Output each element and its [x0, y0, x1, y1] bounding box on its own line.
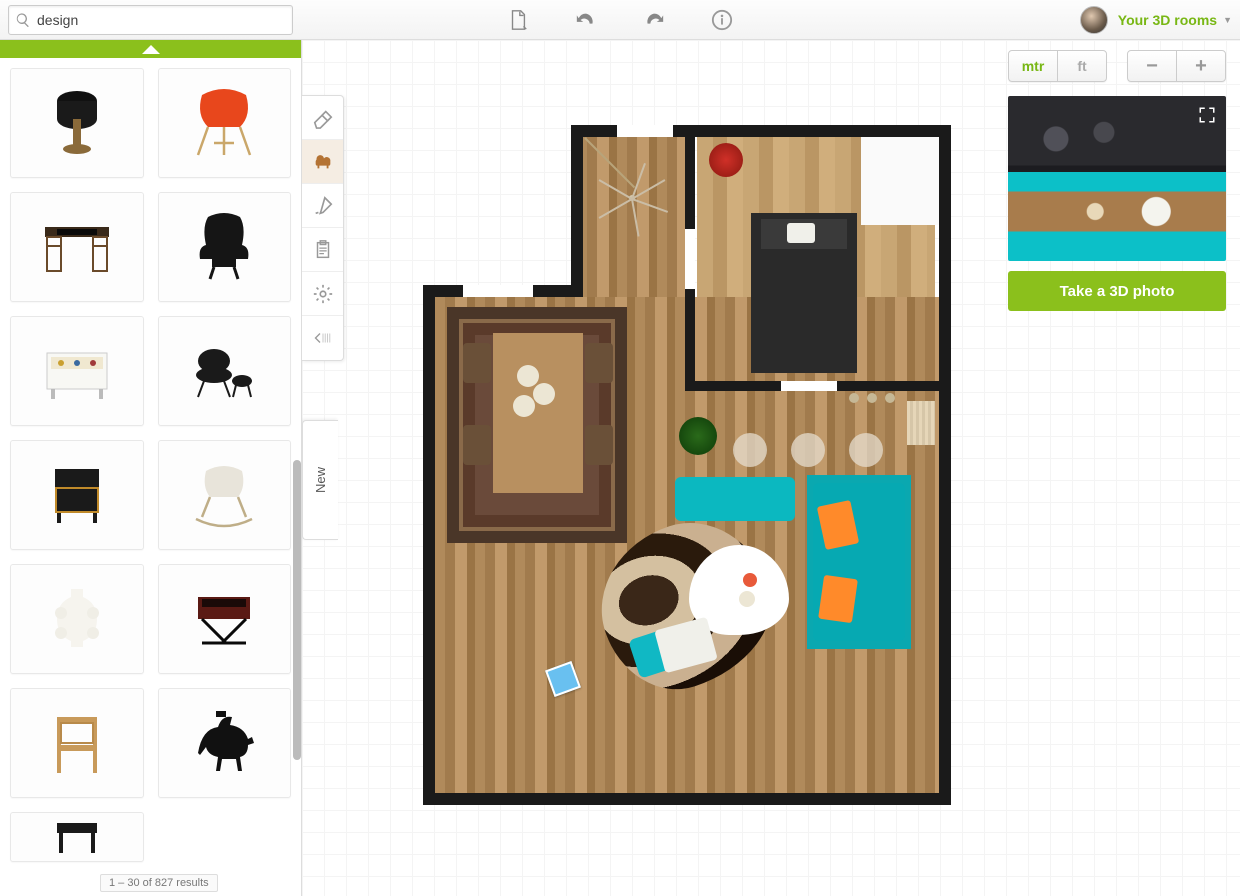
catalog-item-folding-table[interactable]	[158, 564, 292, 674]
right-controls: mtr ft − + Take a 3D photo	[1008, 50, 1226, 311]
collapse-tool[interactable]	[302, 316, 343, 360]
door-opening	[617, 125, 673, 137]
chevron-down-icon: ▼	[1223, 15, 1232, 25]
catalog-item-white-vase[interactable]	[10, 564, 144, 674]
door-opening	[781, 381, 837, 391]
catalog-item-wood-chair[interactable]	[10, 688, 144, 798]
cushion[interactable]	[818, 575, 858, 623]
floorplan[interactable]	[417, 125, 947, 805]
top-right: Your 3D rooms ▼	[1080, 6, 1232, 34]
top-toolbar: design Your 3D rooms ▼	[0, 0, 1240, 40]
preview-3d[interactable]	[1008, 96, 1226, 261]
search-input[interactable]: design	[37, 12, 286, 28]
zoom-out-button[interactable]: −	[1128, 51, 1176, 81]
knob	[867, 393, 877, 403]
counter[interactable]	[861, 137, 939, 225]
zoom-control: − +	[1127, 50, 1226, 82]
door-opening	[463, 285, 533, 297]
chair-icon	[184, 83, 264, 163]
dining-chair[interactable]	[585, 425, 613, 465]
info-button[interactable]	[708, 6, 736, 34]
horse-icon	[184, 703, 264, 783]
fullscreen-icon[interactable]	[1196, 104, 1218, 126]
take-3d-photo-button[interactable]: Take a 3D photo	[1008, 271, 1226, 311]
red-stool[interactable]	[709, 143, 743, 177]
furniture-tool[interactable]	[302, 140, 343, 184]
catalog-item-orange-chair[interactable]	[158, 68, 292, 178]
chevron-up-icon	[142, 45, 160, 54]
floorplan-canvas[interactable]: New	[302, 40, 1240, 896]
results-count: 1 – 30 of 827 results	[100, 874, 218, 892]
wall	[423, 793, 951, 805]
search-icon	[15, 12, 31, 28]
wall	[571, 125, 583, 297]
vase-icon	[37, 579, 117, 659]
dining-chair[interactable]	[463, 425, 491, 465]
unit-toggle: mtr ft	[1008, 50, 1107, 82]
unit-imperial-button[interactable]: ft	[1057, 51, 1106, 81]
doormat[interactable]	[907, 401, 935, 445]
cabinet-dark-icon	[37, 455, 117, 535]
unit-metric-button[interactable]: mtr	[1009, 51, 1057, 81]
your-rooms-dropdown[interactable]: Your 3D rooms ▼	[1118, 12, 1232, 28]
stool[interactable]	[849, 433, 883, 467]
catalog-item-table-lamp[interactable]	[10, 68, 144, 178]
catalog-item-lounge-chair[interactable]	[158, 316, 292, 426]
rocking-chair-icon	[184, 455, 264, 535]
desk-icon	[37, 207, 117, 287]
catalog-item-rocking-chair[interactable]	[158, 440, 292, 550]
knob	[849, 393, 859, 403]
catalog-item-white-cabinet[interactable]	[10, 316, 144, 426]
stool-icon	[37, 817, 117, 857]
armchair-icon	[184, 207, 264, 287]
your-rooms-label: Your 3D rooms	[1118, 12, 1217, 28]
wood-chair-icon	[37, 703, 117, 783]
catalog-grid	[0, 58, 301, 896]
wall	[423, 285, 435, 801]
new-document-button[interactable]	[504, 6, 532, 34]
wall	[939, 125, 951, 805]
lounge-chair-icon	[184, 331, 264, 411]
top-center-tools	[504, 6, 736, 34]
undo-button[interactable]	[572, 6, 600, 34]
catalog-item-horse-lamp[interactable]	[158, 688, 292, 798]
dining-table[interactable]	[493, 333, 583, 493]
zoom-in-button[interactable]: +	[1176, 51, 1225, 81]
redo-button[interactable]	[640, 6, 668, 34]
decor	[743, 573, 757, 587]
new-room-tab[interactable]: New	[302, 420, 338, 540]
dining-chair[interactable]	[463, 343, 491, 383]
plate	[533, 383, 555, 405]
door-opening	[685, 229, 695, 289]
catalog-item-dark-cabinet[interactable]	[10, 440, 144, 550]
avatar[interactable]	[1080, 6, 1108, 34]
sofa[interactable]	[675, 477, 795, 521]
catalog-scrollbar[interactable]	[293, 460, 301, 760]
eraser-tool[interactable]	[302, 96, 343, 140]
search-field[interactable]: design	[8, 5, 293, 35]
stool[interactable]	[791, 433, 825, 467]
clipboard-tool[interactable]	[302, 228, 343, 272]
catalog-item-desk[interactable]	[10, 192, 144, 302]
catalog-item-black-wing-chair[interactable]	[158, 192, 292, 302]
knob	[885, 393, 895, 403]
stool[interactable]	[733, 433, 767, 467]
catalog-collapse-button[interactable]	[0, 40, 301, 58]
furniture-catalog: 1 – 30 of 827 results	[0, 40, 302, 896]
tool-rail	[302, 95, 344, 361]
paint-tool[interactable]	[302, 184, 343, 228]
plate	[513, 395, 535, 417]
settings-tool[interactable]	[302, 272, 343, 316]
dining-chair[interactable]	[585, 343, 613, 383]
sink	[787, 223, 815, 243]
lamp-icon	[37, 83, 117, 163]
catalog-item-stool[interactable]	[10, 812, 144, 862]
cabinet-icon	[37, 331, 117, 411]
plate	[517, 365, 539, 387]
side-table-icon	[184, 579, 264, 659]
decor	[739, 591, 755, 607]
plant[interactable]	[679, 417, 717, 455]
